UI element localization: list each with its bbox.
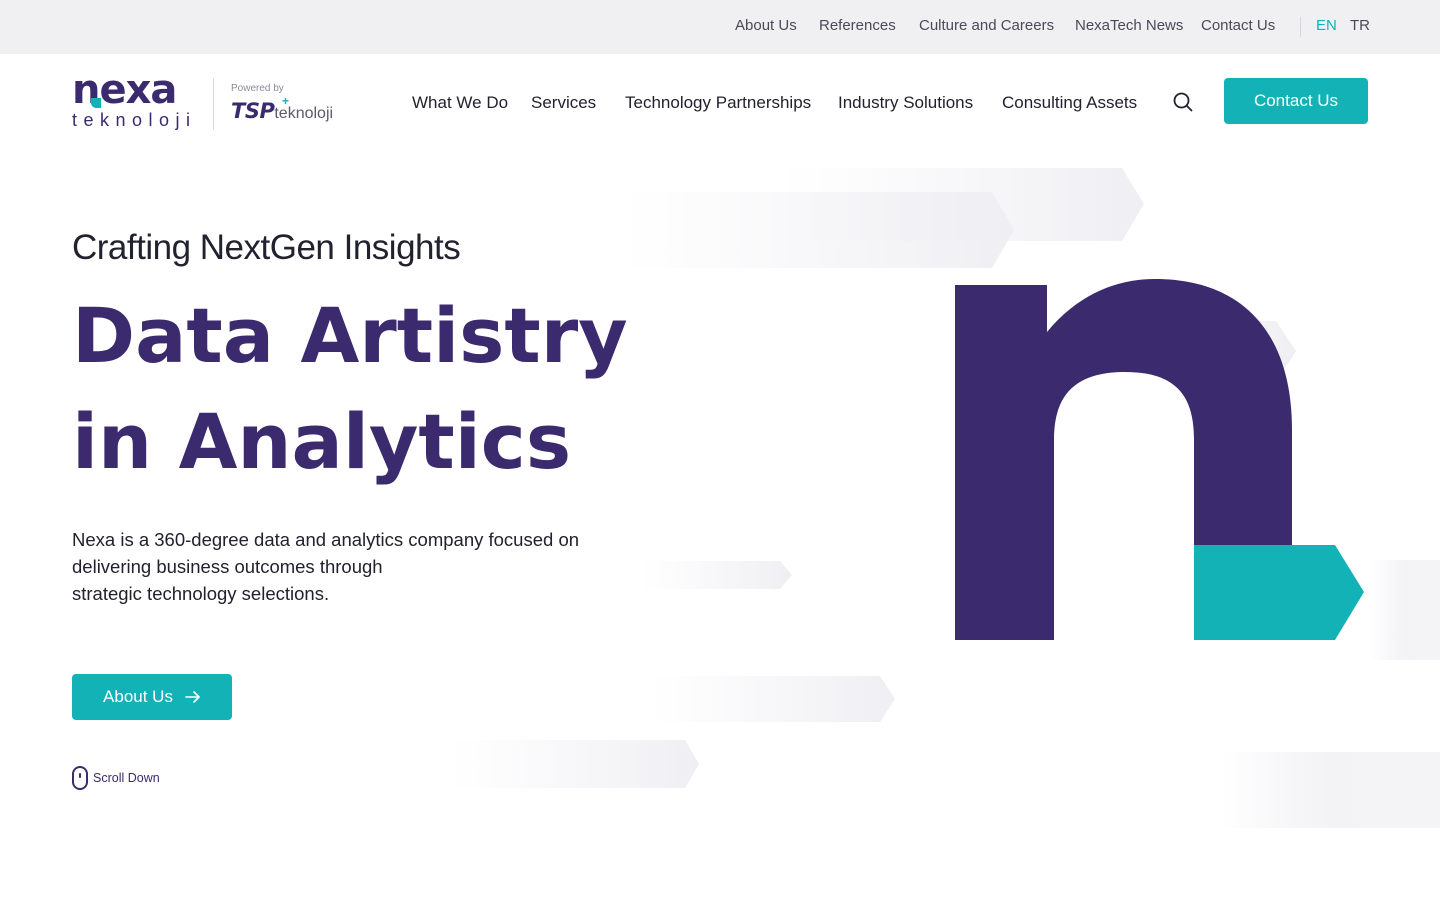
deco-arrow xyxy=(1150,321,1296,382)
top-link-references[interactable]: References xyxy=(819,17,896,34)
powered-by-label: Powered by xyxy=(231,83,284,94)
top-link-nexatech-news[interactable]: NexaTech News xyxy=(1075,17,1183,34)
logo-divider xyxy=(213,78,214,130)
top-utility-bar: About Us References Culture and Careers … xyxy=(0,0,1440,54)
top-link-contact-us[interactable]: Contact Us xyxy=(1201,17,1275,34)
about-us-button-label: About Us xyxy=(103,687,173,706)
deco-arrow xyxy=(1370,560,1440,660)
tsp-wordmark: TSP xyxy=(231,99,275,123)
arrow-right-icon xyxy=(185,691,200,703)
nexa-logo[interactable]: nexa teknoloji xyxy=(72,70,192,132)
mouse-icon xyxy=(72,766,88,790)
topbar-divider xyxy=(1300,17,1301,37)
brand-teal-arrow xyxy=(1194,545,1364,640)
lang-en[interactable]: EN xyxy=(1316,17,1337,34)
hero-description-line: strategic technology selections. xyxy=(72,583,330,604)
logo-dot xyxy=(91,98,101,108)
tsp-plus-icon: + xyxy=(282,94,290,108)
hero-eyebrow: Crafting NextGen Insights xyxy=(72,228,461,267)
hero-description-line: Nexa is a 360-degree data and analytics … xyxy=(72,529,580,550)
nav-consulting-assets[interactable]: Consulting Assets xyxy=(1002,93,1137,113)
logo-subtitle: teknoloji xyxy=(72,110,197,130)
deco-arrow xyxy=(1220,752,1440,828)
hero-description: Nexa is a 360-degree data and analytics … xyxy=(72,526,612,607)
brand-n-mark xyxy=(955,279,1292,640)
hero-description-line: delivering business outcomes through xyxy=(72,556,383,577)
tsp-partner-logo: TSPteknoloji + xyxy=(231,95,333,123)
deco-arrow xyxy=(620,192,1014,268)
search-icon[interactable] xyxy=(1172,91,1194,113)
scroll-down-indicator[interactable]: Scroll Down xyxy=(72,766,160,790)
contact-us-button[interactable]: Contact Us xyxy=(1224,78,1368,124)
deco-arrow xyxy=(640,561,792,589)
hero-title-line-2: in Analytics xyxy=(72,397,572,486)
nav-industry-solutions[interactable]: Industry Solutions xyxy=(838,93,973,113)
lang-tr[interactable]: TR xyxy=(1350,17,1370,34)
scroll-down-label: Scroll Down xyxy=(93,771,160,785)
hero-title-line-1: Data Artistry xyxy=(72,291,628,380)
top-link-about-us[interactable]: About Us xyxy=(735,17,797,34)
nav-services[interactable]: Services xyxy=(531,93,596,113)
deco-arrow xyxy=(650,676,895,722)
nav-what-we-do[interactable]: What We Do xyxy=(412,93,508,113)
deco-arrow xyxy=(780,168,1144,241)
nav-technology-partnerships[interactable]: Technology Partnerships xyxy=(625,93,811,113)
deco-arrow xyxy=(450,740,699,788)
about-us-button[interactable]: About Us xyxy=(72,674,232,720)
top-link-culture-careers[interactable]: Culture and Careers xyxy=(919,17,1054,34)
logo-wordmark: nexa xyxy=(72,67,177,113)
